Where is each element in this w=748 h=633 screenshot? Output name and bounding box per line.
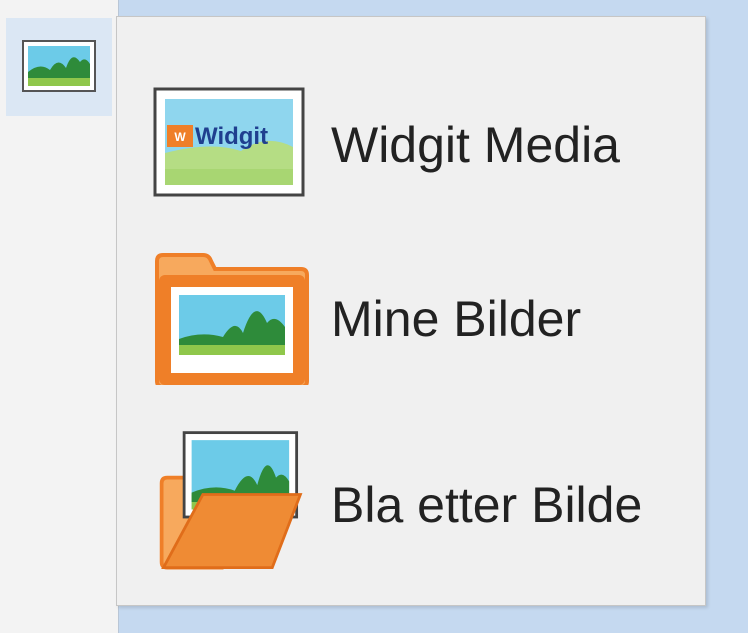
image-source-menu: W Widgit Widgit Media Mine Bilder Bla et… [116,16,706,606]
widgit-logo-text: Widgit [195,123,268,150]
picture-folder-icon [155,253,309,385]
menu-item-bla-etter-bilde[interactable]: Bla etter Bilde [117,417,705,597]
menu-item-widgit-media[interactable]: W Widgit Widgit Media [117,37,705,217]
svg-text:W: W [174,130,186,144]
menu-item-label: Bla etter Bilde [331,477,643,533]
menu-item-mine-bilder[interactable]: Mine Bilder [117,225,705,405]
menu-item-label: Widgit Media [331,117,620,173]
left-toolbar [0,0,119,633]
menu-item-label: Mine Bilder [331,291,582,347]
picture-icon [22,40,96,92]
open-folder-picture-icon [159,431,303,570]
widgit-media-icon: W Widgit [153,87,305,197]
insert-picture-button[interactable] [6,18,112,116]
